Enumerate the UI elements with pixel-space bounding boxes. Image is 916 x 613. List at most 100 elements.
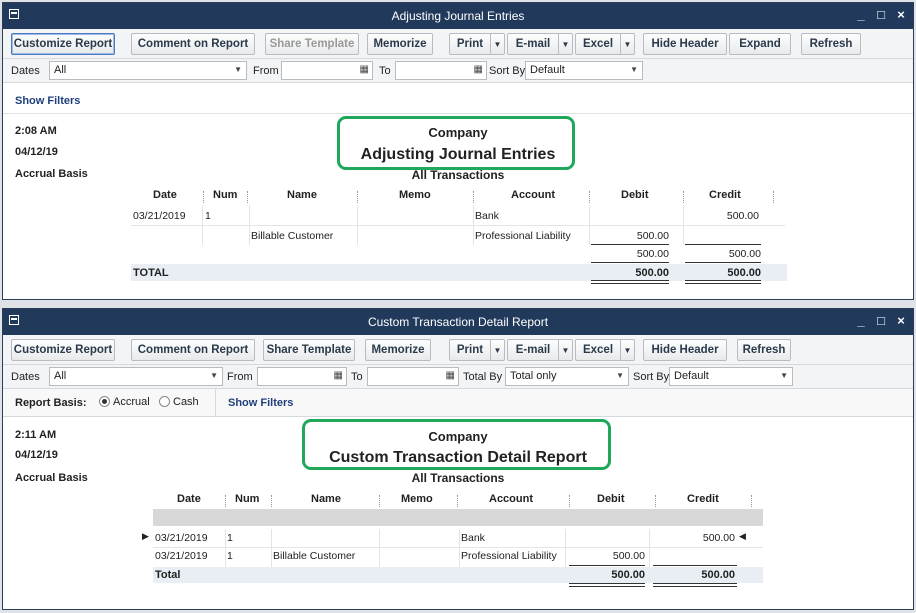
radio-selected-icon — [99, 396, 110, 407]
radio-icon — [159, 396, 170, 407]
comment-on-report-button[interactable]: Comment on Report — [131, 33, 255, 55]
total-debit: 500.00 — [611, 569, 645, 581]
print-button[interactable]: Print ▼ — [449, 339, 505, 361]
comment-on-report-button[interactable]: Comment on Report — [131, 339, 255, 361]
total-label: TOTAL — [133, 267, 169, 279]
chevron-down-icon: ▼ — [234, 65, 242, 74]
excel-button[interactable]: Excel ▼ — [575, 33, 635, 55]
accrual-radio[interactable]: Accrual — [99, 396, 150, 408]
calendar-icon[interactable]: ▦ — [474, 64, 483, 75]
print-button[interactable]: Print ▼ — [449, 33, 505, 55]
cell-num: 1 — [227, 532, 233, 544]
dates-select[interactable]: All ▼ — [49, 367, 223, 386]
minimize-icon[interactable]: _ — [855, 313, 867, 328]
report-toolbar: Customize Report Comment on Report Share… — [3, 335, 913, 365]
total-credit: 500.00 — [701, 569, 735, 581]
excel-dropdown-icon[interactable]: ▼ — [620, 340, 634, 360]
print-dropdown-icon[interactable]: ▼ — [490, 34, 504, 54]
cash-radio-label: Cash — [173, 396, 199, 408]
close-icon[interactable]: × — [895, 7, 907, 22]
report-subtitle: All Transactions — [411, 168, 505, 182]
adjusting-journal-entries-window: Adjusting Journal Entries _ □ × Customiz… — [2, 2, 914, 300]
sort-by-select[interactable]: Default ▼ — [525, 61, 643, 80]
share-template-button[interactable]: Share Template — [265, 33, 359, 55]
column-header-credit[interactable]: Credit — [687, 493, 719, 505]
cell-date: 03/21/2019 — [133, 210, 186, 222]
cell-account: Professional Liability — [475, 230, 571, 242]
total-by-value: Total only — [510, 370, 557, 382]
sort-by-select[interactable]: Default ▼ — [669, 367, 793, 386]
column-header-account[interactable]: Account — [489, 493, 533, 505]
to-label: To — [351, 371, 363, 383]
print-dropdown-icon[interactable]: ▼ — [490, 340, 504, 360]
column-header-account[interactable]: Account — [511, 189, 555, 201]
show-filters-link[interactable]: Show Filters — [228, 397, 293, 409]
window-title: Custom Transaction Detail Report — [367, 315, 549, 329]
cell-debit: 500.00 — [612, 550, 645, 562]
from-label: From — [227, 371, 253, 383]
minimize-icon[interactable]: _ — [855, 7, 867, 22]
share-template-button[interactable]: Share Template — [263, 339, 355, 361]
subtotal-debit: 500.00 — [636, 248, 669, 260]
show-filters-link[interactable]: Show Filters — [15, 95, 80, 107]
excel-dropdown-icon[interactable]: ▼ — [620, 34, 634, 54]
dates-select[interactable]: All ▼ — [49, 61, 247, 80]
sort-by-value: Default — [674, 370, 709, 382]
hide-header-button[interactable]: Hide Header — [643, 33, 727, 55]
report-subtitle: All Transactions — [411, 471, 505, 485]
column-header-credit[interactable]: Credit — [709, 189, 741, 201]
excel-button[interactable]: Excel ▼ — [575, 339, 635, 361]
dates-label: Dates — [11, 371, 40, 383]
hide-header-button[interactable]: Hide Header — [643, 339, 727, 361]
window-titlebar[interactable]: Custom Transaction Detail Report _ □ × — [3, 309, 913, 335]
column-header-debit[interactable]: Debit — [597, 493, 625, 505]
chevron-down-icon: ▼ — [210, 371, 218, 380]
calendar-icon[interactable]: ▦ — [446, 370, 455, 381]
column-header-memo[interactable]: Memo — [401, 493, 433, 505]
filter-bar: Dates All ▼ From ▦ To ▦ Total By Total on… — [3, 365, 913, 389]
customize-report-button[interactable]: Customize Report — [11, 339, 115, 361]
excel-label: Excel — [582, 344, 614, 356]
from-label: From — [253, 65, 279, 77]
total-by-label: Total By — [463, 371, 503, 383]
from-date-field[interactable]: ▦ — [257, 367, 347, 386]
report-basis-label: Report Basis: — [15, 397, 87, 409]
to-date-field[interactable]: ▦ — [367, 367, 459, 386]
row-pointer-icon: ▶ — [142, 531, 149, 541]
column-header-name[interactable]: Name — [311, 493, 341, 505]
print-label: Print — [456, 38, 484, 50]
email-button[interactable]: E-mail ▼ — [507, 339, 573, 361]
maximize-icon[interactable]: □ — [875, 313, 887, 328]
to-date-field[interactable]: ▦ — [395, 61, 487, 80]
cash-radio[interactable]: Cash — [159, 396, 199, 408]
from-date-field[interactable]: ▦ — [281, 61, 373, 80]
memorize-button[interactable]: Memorize — [367, 33, 433, 55]
total-by-select[interactable]: Total only ▼ — [505, 367, 629, 386]
customize-report-button[interactable]: Customize Report — [11, 33, 115, 55]
email-dropdown-icon[interactable]: ▼ — [558, 340, 572, 360]
sort-by-value: Default — [530, 64, 565, 76]
cell-date: 03/21/2019 — [155, 532, 208, 544]
maximize-icon[interactable]: □ — [875, 7, 887, 22]
column-header-memo[interactable]: Memo — [399, 189, 431, 201]
column-header-date[interactable]: Date — [153, 189, 177, 201]
email-dropdown-icon[interactable]: ▼ — [558, 34, 572, 54]
calendar-icon[interactable]: ▦ — [360, 64, 369, 75]
to-label: To — [379, 65, 391, 77]
window-titlebar[interactable]: Adjusting Journal Entries _ □ × — [3, 3, 913, 29]
refresh-button[interactable]: Refresh — [801, 33, 861, 55]
column-header-date[interactable]: Date — [177, 493, 201, 505]
close-icon[interactable]: × — [895, 313, 907, 328]
column-header-name[interactable]: Name — [287, 189, 317, 201]
memorize-button[interactable]: Memorize — [365, 339, 431, 361]
dates-value: All — [54, 64, 67, 76]
email-button[interactable]: E-mail ▼ — [507, 33, 573, 55]
cell-date: 03/21/2019 — [155, 550, 208, 562]
refresh-button[interactable]: Refresh — [737, 339, 791, 361]
column-header-num[interactable]: Num — [213, 189, 237, 201]
column-header-debit[interactable]: Debit — [621, 189, 649, 201]
chevron-down-icon: ▼ — [630, 65, 638, 74]
calendar-icon[interactable]: ▦ — [334, 370, 343, 381]
expand-button[interactable]: Expand — [729, 33, 791, 55]
column-header-num[interactable]: Num — [235, 493, 259, 505]
